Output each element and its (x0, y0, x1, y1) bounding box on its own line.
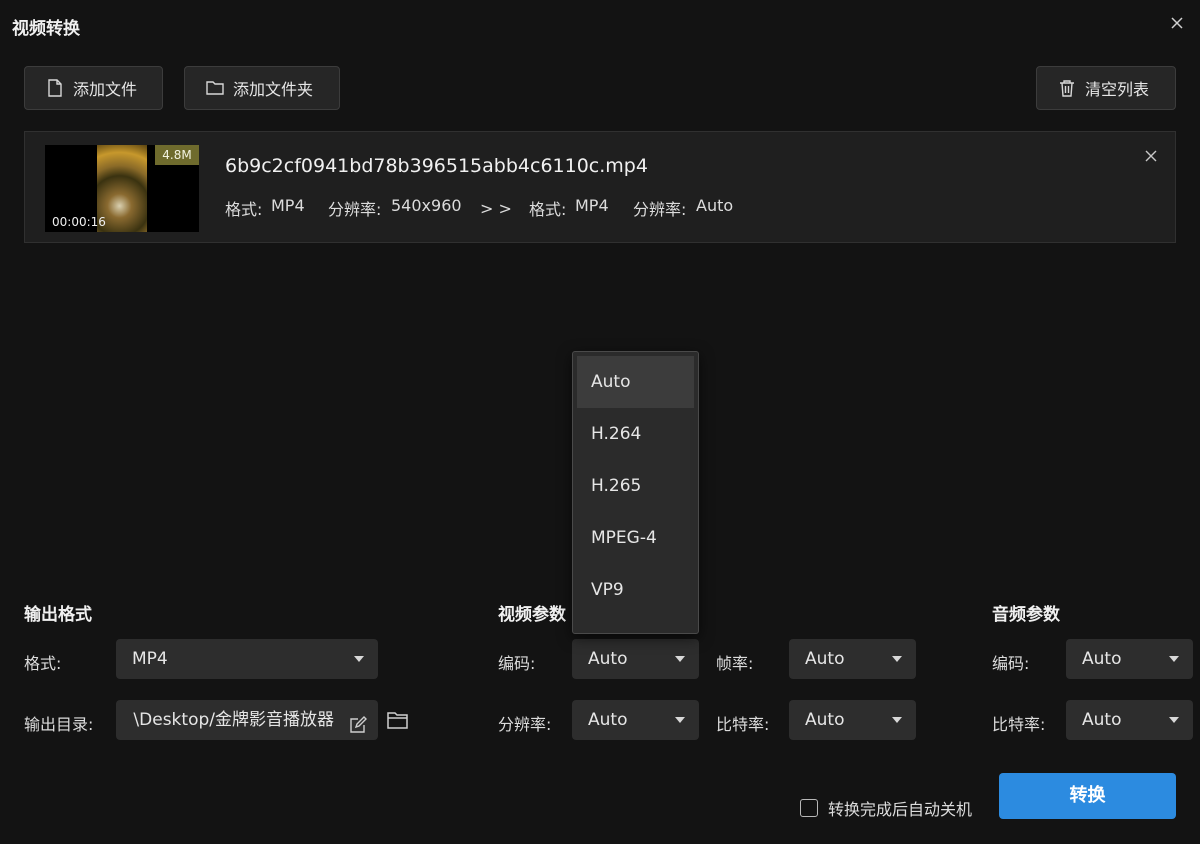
caret-down-icon (892, 717, 902, 723)
video-bitrate-value: Auto (805, 710, 845, 730)
output-format-value: MP4 (132, 649, 168, 669)
close-icon (1171, 17, 1183, 29)
video-bitrate-label: 比特率: (716, 715, 770, 734)
audio-codec-value: Auto (1082, 649, 1122, 669)
file-list-item: 4.8M 00:00:16 6b9c2cf0941bd78b396515abb4… (24, 131, 1176, 243)
output-format-select[interactable]: MP4 (116, 639, 378, 679)
auto-shutdown-checkbox[interactable]: 转换完成后自动关机 (800, 796, 972, 820)
target-format-label: 格式: (529, 200, 567, 219)
clear-list-label: 清空列表 (1085, 80, 1150, 99)
video-resolution-value: Auto (588, 710, 628, 730)
close-window-button[interactable] (1166, 12, 1188, 34)
audio-bitrate-value: Auto (1082, 710, 1122, 730)
audio-codec-label: 编码: (992, 654, 1030, 673)
file-size-badge: 4.8M (155, 145, 199, 165)
codec-option-vp9[interactable]: VP9 (577, 564, 694, 616)
trash-icon (1060, 80, 1074, 97)
browse-folder-button[interactable] (386, 709, 410, 731)
output-format-label: 格式: (24, 654, 62, 673)
fps-label: 帧率: (716, 654, 754, 673)
codec-option-mpeg4[interactable]: MPEG-4 (577, 512, 694, 564)
codec-option-h265[interactable]: H.265 (577, 460, 694, 512)
caret-down-icon (354, 656, 364, 662)
codec-option-auto[interactable]: Auto (577, 356, 694, 408)
video-params-title: 视频参数 (498, 605, 566, 625)
source-resolution-value: 540x960 (391, 196, 462, 215)
folder-icon (387, 712, 408, 729)
video-codec-select[interactable]: Auto (572, 639, 699, 679)
target-resolution-label: 分辨率: (633, 200, 687, 219)
caret-down-icon (892, 656, 902, 662)
source-format-value: MP4 (271, 196, 305, 215)
add-file-label: 添加文件 (73, 80, 138, 99)
duration-label: 00:00:16 (52, 215, 106, 229)
source-resolution-label: 分辨率: (328, 200, 382, 219)
caret-down-icon (675, 717, 685, 723)
codec-option-h264[interactable]: H.264 (577, 408, 694, 460)
audio-bitrate-select[interactable]: Auto (1066, 700, 1193, 740)
convert-button[interactable]: 转换 (999, 773, 1176, 819)
auto-shutdown-label: 转换完成后自动关机 (828, 800, 973, 819)
caret-down-icon (675, 656, 685, 662)
audio-codec-select[interactable]: Auto (1066, 639, 1193, 679)
clear-list-button[interactable]: 清空列表 (1036, 66, 1176, 110)
audio-bitrate-label: 比特率: (992, 715, 1046, 734)
caret-down-icon (1169, 717, 1179, 723)
video-resolution-label: 分辨率: (498, 715, 552, 734)
remove-file-button[interactable] (1143, 148, 1159, 164)
video-codec-value: Auto (588, 649, 628, 669)
convert-arrow: > > (480, 199, 512, 218)
output-dir-field[interactable]: \Desktop/金牌影音播放器 (116, 700, 378, 740)
output-dir-value: \Desktop/金牌影音播放器 (133, 710, 334, 730)
folder-icon (206, 81, 224, 95)
caret-down-icon (1169, 656, 1179, 662)
video-resolution-select[interactable]: Auto (572, 700, 699, 740)
output-format-title: 输出格式 (24, 605, 92, 625)
video-codec-label: 编码: (498, 654, 536, 673)
fps-select[interactable]: Auto (789, 639, 916, 679)
video-bitrate-select[interactable]: Auto (789, 700, 916, 740)
add-file-button[interactable]: 添加文件 (24, 66, 163, 110)
file-name: 6b9c2cf0941bd78b396515abb4c6110c.mp4 (225, 155, 648, 177)
video-thumbnail: 4.8M 00:00:16 (45, 145, 199, 232)
target-resolution-value: Auto (696, 196, 734, 215)
output-dir-label: 输出目录: (24, 715, 94, 734)
audio-params-title: 音频参数 (992, 605, 1060, 625)
file-icon (48, 79, 62, 97)
add-folder-button[interactable]: 添加文件夹 (184, 66, 340, 110)
edit-icon[interactable] (348, 710, 368, 733)
source-format-label: 格式: (225, 200, 263, 219)
checkbox-box[interactable] (800, 799, 818, 817)
add-folder-label: 添加文件夹 (233, 80, 314, 99)
window-title: 视频转换 (12, 19, 80, 39)
close-icon (1145, 150, 1157, 162)
target-format-value: MP4 (575, 196, 609, 215)
video-codec-dropdown: Auto H.264 H.265 MPEG-4 VP9 (572, 351, 699, 634)
fps-value: Auto (805, 649, 845, 669)
